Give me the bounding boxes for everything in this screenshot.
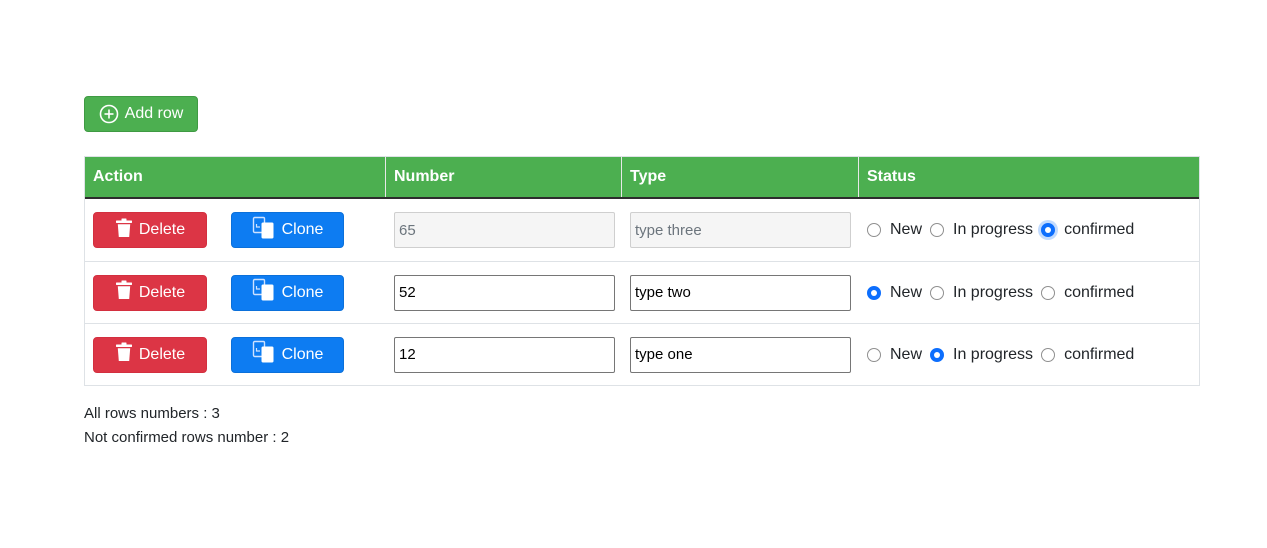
radio-label: In progress	[953, 345, 1034, 363]
table-header: Action Number Type Status	[85, 157, 1199, 199]
clone-button[interactable]: Clone	[231, 336, 344, 373]
add-row-label: Add row	[124, 105, 184, 122]
header-action: Action	[85, 157, 386, 197]
add-row-button[interactable]: Add row	[84, 96, 198, 132]
radio-label: New	[890, 283, 923, 301]
trash-icon	[115, 218, 133, 243]
radio-button[interactable]	[867, 285, 881, 300]
delete-label: Delete	[138, 283, 186, 301]
status-radio[interactable]: New	[867, 221, 922, 239]
radio-label: New	[890, 345, 923, 363]
radio-label: confirmed	[1064, 221, 1135, 238]
status-radio-group: New In progress confirmed	[867, 284, 1142, 302]
trash-icon	[115, 342, 133, 367]
copy-icon	[252, 340, 276, 369]
status-radio[interactable]: New	[867, 346, 922, 364]
header-type: Type	[622, 157, 859, 197]
action-cell: Delete Clone	[85, 199, 386, 261]
summary: All rows numbers : 3 Not confirmed rows …	[84, 402, 289, 450]
delete-label: Delete	[138, 221, 186, 238]
radio-label: In progress	[953, 283, 1034, 301]
delete-button[interactable]: Delete	[93, 274, 207, 311]
number-cell	[386, 199, 622, 261]
type-cell	[622, 199, 859, 261]
type-cell	[622, 324, 859, 385]
radio-button[interactable]	[930, 223, 945, 237]
number-input[interactable]	[394, 274, 615, 311]
delete-button[interactable]: Delete	[93, 336, 207, 373]
status-radio[interactable]: In progress	[930, 284, 1033, 302]
status-radio-group: New In progress confirmed	[867, 346, 1142, 364]
status-radio[interactable]: In progress	[930, 221, 1033, 239]
radio-button[interactable]	[1041, 285, 1056, 300]
status-radio[interactable]: confirmed	[1041, 284, 1134, 302]
status-cell: New In progress confirmed	[859, 324, 1199, 385]
status-cell: New In progress confirmed	[859, 199, 1199, 261]
trash-icon	[115, 280, 133, 305]
type-input[interactable]	[630, 212, 851, 248]
radio-button[interactable]	[1041, 347, 1056, 362]
clone-label: Clone	[281, 221, 324, 238]
radio-label: confirmed	[1064, 283, 1135, 301]
table-row: Delete Clone New In progress confirmed	[85, 261, 1199, 323]
radio-label: In progress	[953, 221, 1034, 238]
header-number: Number	[386, 157, 622, 197]
table-row: Delete Clone New In progress confirmed	[85, 199, 1199, 261]
status-radio[interactable]: In progress	[930, 346, 1033, 364]
header-status: Status	[867, 168, 916, 185]
radio-button[interactable]	[867, 347, 881, 362]
status-cell: New In progress confirmed	[859, 262, 1199, 323]
page: Add row Action Number Type Status Delete…	[0, 0, 1267, 548]
radio-label: New	[890, 221, 923, 238]
type-input[interactable]	[630, 274, 851, 311]
delete-button[interactable]: Delete	[93, 212, 207, 248]
radio-button[interactable]	[930, 347, 945, 362]
radio-button[interactable]	[930, 285, 945, 300]
number-input[interactable]	[394, 336, 615, 373]
status-radio[interactable]: confirmed	[1041, 346, 1134, 364]
type-cell	[622, 262, 859, 323]
status-radio[interactable]: confirmed	[1041, 221, 1134, 239]
not-confirmed-count: Not confirmed rows number : 2	[84, 429, 290, 446]
clone-label: Clone	[281, 283, 324, 301]
number-cell	[386, 324, 622, 385]
delete-label: Delete	[138, 345, 186, 363]
clone-button[interactable]: Clone	[231, 212, 344, 248]
status-radio[interactable]: New	[867, 284, 922, 302]
radio-button[interactable]	[1041, 223, 1056, 237]
radio-button[interactable]	[867, 223, 881, 237]
action-cell: Delete Clone	[85, 324, 386, 385]
status-radio-group: New In progress confirmed	[867, 221, 1142, 239]
copy-icon	[252, 278, 276, 307]
number-cell	[386, 262, 622, 323]
copy-icon	[252, 216, 276, 245]
clone-button[interactable]: Clone	[231, 274, 344, 311]
radio-label: confirmed	[1064, 345, 1135, 363]
all-rows-count: All rows numbers : 3	[84, 405, 220, 422]
table-body: DeleteCloneNewIn progressconfirmedDelete…	[85, 199, 1199, 385]
number-input[interactable]	[394, 212, 615, 248]
type-input[interactable]	[630, 336, 851, 373]
table-row: Delete Clone New In progress confirmed	[85, 323, 1199, 385]
rows-table: Action Number Type Status Delete Clone New…	[84, 156, 1200, 386]
action-cell: Delete Clone	[85, 262, 386, 323]
plus-circle-icon	[99, 104, 119, 124]
clone-label: Clone	[281, 345, 324, 363]
